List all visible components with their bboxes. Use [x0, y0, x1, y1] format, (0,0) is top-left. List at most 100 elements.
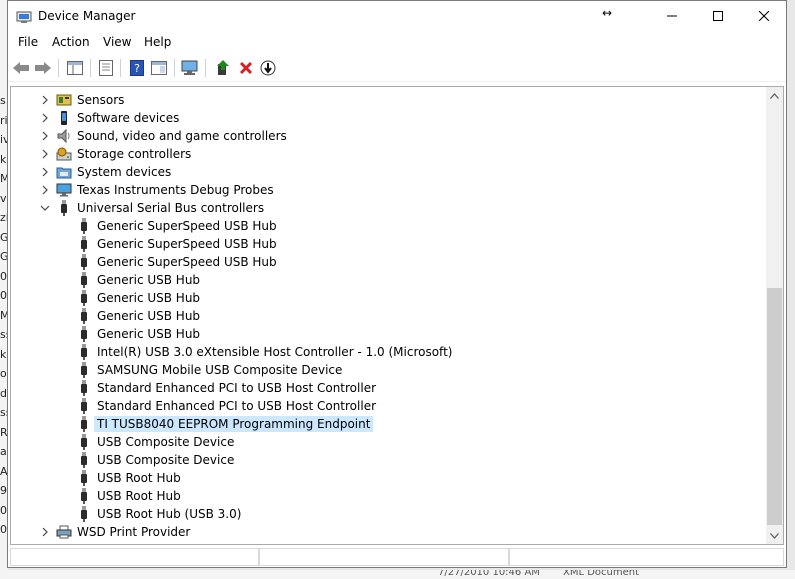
scrollbar-thumb[interactable] [767, 288, 782, 525]
tree-device[interactable]: USB Composite Device [11, 451, 764, 469]
resize-arrows-icon: ↔ [602, 6, 613, 20]
uninstall-device-icon[interactable] [236, 58, 256, 78]
speaker-icon [56, 128, 72, 144]
tree-item-label: Standard Enhanced PCI to USB Host Contro… [97, 399, 377, 413]
status-segment [259, 548, 509, 566]
monitor-icon [56, 182, 72, 198]
update-driver-icon[interactable] [213, 58, 233, 78]
tree-item-label: Generic SuperSpeed USB Hub [97, 219, 277, 233]
expand-chevron-right-icon[interactable] [40, 166, 50, 178]
tree-device[interactable]: Generic SuperSpeed USB Hub [11, 253, 764, 271]
system-folder-icon [56, 164, 72, 180]
background-bottom-strip: 7/27/2010 10:46 AM XML Document [0, 570, 795, 579]
tree-item-label: Universal Serial Bus controllers [77, 201, 265, 215]
show-action-pane-icon[interactable] [149, 58, 169, 78]
expand-chevron-right-icon[interactable] [40, 112, 50, 124]
window-title: Device Manager [38, 9, 136, 23]
expand-chevron-right-icon[interactable] [40, 148, 50, 160]
usb-icon [76, 236, 92, 252]
forward-arrow-icon[interactable] [33, 58, 53, 78]
storage-icon [56, 146, 72, 162]
usb-icon [76, 416, 92, 432]
tree-category[interactable]: Texas Instruments Debug Probes [11, 181, 764, 199]
expand-chevron-right-icon[interactable] [40, 184, 50, 196]
expand-chevron-right-icon[interactable] [40, 130, 50, 142]
usb-icon [76, 488, 92, 504]
usb-icon [56, 200, 72, 216]
title-bar[interactable]: Device Manager ↔ [8, 1, 786, 32]
usb-icon [76, 362, 92, 378]
usb-icon [76, 290, 92, 306]
tree-device[interactable]: Generic USB Hub [11, 325, 764, 343]
vertical-scrollbar[interactable] [766, 87, 783, 544]
background-date-text: 7/27/2010 10:46 AM [438, 570, 540, 578]
menu-action[interactable]: Action [52, 35, 90, 49]
sensor-icon [56, 92, 72, 108]
expand-chevron-down-icon[interactable] [40, 202, 50, 214]
tree-item-label: TI TUSB8040 EEPROM Programming Endpoint [94, 416, 374, 432]
expand-chevron-right-icon[interactable] [40, 526, 50, 538]
usb-icon [76, 218, 92, 234]
tree-device[interactable]: USB Root Hub [11, 469, 764, 487]
usb-icon [76, 272, 92, 288]
tree-device[interactable]: USB Root Hub (USB 3.0) [11, 505, 764, 523]
tree-category[interactable]: System devices [11, 163, 764, 181]
tree-device[interactable]: SAMSUNG Mobile USB Composite Device [11, 361, 764, 379]
tree-category[interactable]: Sound, video and game controllers [11, 127, 764, 145]
toolbar: ? [8, 54, 786, 82]
tree-item-label: Generic USB Hub [97, 327, 201, 341]
tree-device[interactable]: Generic USB Hub [11, 271, 764, 289]
tree-device[interactable]: Generic USB Hub [11, 307, 764, 325]
tree-device[interactable]: Intel(R) USB 3.0 eXtensible Host Control… [11, 343, 764, 361]
usb-icon [76, 470, 92, 486]
usb-icon [76, 254, 92, 270]
expand-chevron-right-icon[interactable] [40, 94, 50, 106]
toolbar-separator [90, 59, 91, 77]
svg-text:?: ? [134, 62, 140, 75]
device-tree: Sensors Software devices Sound, video and … [10, 86, 784, 545]
usb-icon [76, 308, 92, 324]
scroll-up-arrow-icon[interactable] [766, 87, 783, 104]
scan-hardware-changes-icon[interactable] [180, 58, 200, 78]
tree-item-label: USB Composite Device [97, 453, 235, 467]
tree-device[interactable]: TI TUSB8040 EEPROM Programming Endpoint [11, 415, 764, 433]
menu-help[interactable]: Help [144, 35, 171, 49]
tree-item-label: USB Composite Device [97, 435, 235, 449]
scroll-down-arrow-icon[interactable] [766, 527, 783, 544]
toolbar-separator [205, 59, 206, 77]
minimize-button[interactable] [649, 1, 695, 31]
tree-item-label: USB Root Hub (USB 3.0) [97, 507, 242, 521]
usb-icon [76, 452, 92, 468]
properties-icon[interactable] [96, 58, 116, 78]
tree-device[interactable]: Generic SuperSpeed USB Hub [11, 235, 764, 253]
tree-item-label: Sensors [77, 93, 125, 107]
menu-file[interactable]: File [18, 35, 38, 49]
maximize-button[interactable] [695, 1, 741, 31]
tree-device[interactable]: Generic USB Hub [11, 289, 764, 307]
tree-item-label: Storage controllers [77, 147, 192, 161]
tree-device[interactable]: USB Root Hub [11, 487, 764, 505]
usb-icon [76, 326, 92, 342]
tree-device[interactable]: Standard Enhanced PCI to USB Host Contro… [11, 379, 764, 397]
menu-view[interactable]: View [103, 35, 131, 49]
tree-category[interactable]: WSD Print Provider [11, 523, 764, 541]
tree-category[interactable]: Universal Serial Bus controllers [11, 199, 764, 217]
toolbar-separator [58, 59, 59, 77]
tree-item-label: Generic USB Hub [97, 273, 201, 287]
tree-device[interactable]: Standard Enhanced PCI to USB Host Contro… [11, 397, 764, 415]
disable-device-icon[interactable] [258, 58, 278, 78]
show-hide-console-tree-icon[interactable] [65, 58, 85, 78]
tree-device[interactable]: Generic SuperSpeed USB Hub [11, 217, 764, 235]
tree-category[interactable]: Sensors [11, 91, 764, 109]
printer-icon [56, 524, 72, 540]
back-arrow-icon[interactable] [11, 58, 31, 78]
usb-icon [76, 506, 92, 522]
help-icon[interactable]: ? [127, 58, 147, 78]
tree-item-label: SAMSUNG Mobile USB Composite Device [97, 363, 343, 377]
close-button[interactable] [741, 1, 787, 31]
tree-category[interactable]: Storage controllers [11, 145, 764, 163]
phone-icon [56, 110, 72, 126]
tree-category[interactable]: Software devices [11, 109, 764, 127]
toolbar-separator [120, 59, 121, 77]
tree-device[interactable]: USB Composite Device [11, 433, 764, 451]
